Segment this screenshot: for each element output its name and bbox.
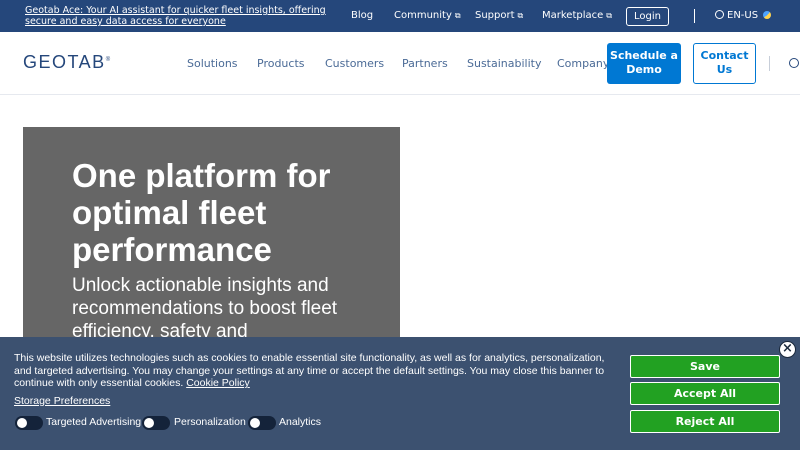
toggle-label: Analytics [279,416,322,428]
flag-icon [763,11,772,19]
cookie-banner: This website utilizes technologies such … [0,337,800,450]
personalization-toggle[interactable] [142,416,170,430]
promo-link[interactable]: Geotab Ace: Your AI assistant for quicke… [25,5,345,27]
search-icon[interactable] [789,58,799,68]
nav-item-products[interactable]: Products [257,57,305,70]
logo-text: GEOTAB [23,52,106,72]
topbar-link-label: Marketplace [542,10,604,21]
save-button[interactable]: Save [630,355,780,378]
nav-item-sustainability[interactable]: Sustainability [467,57,541,70]
nav-divider [769,56,770,71]
contact-us-button[interactable]: Contact Us [693,43,756,84]
topbar-link-marketplace[interactable]: Marketplace ⧉ [542,10,612,21]
nav-item-customers[interactable]: Customers [325,57,384,70]
nav-item-partners[interactable]: Partners [402,57,448,70]
targeted-advertising-toggle[interactable] [15,416,43,430]
utility-bar: Geotab Ace: Your AI assistant for quicke… [0,0,800,32]
analytics-toggle[interactable] [248,416,276,430]
cookie-message: This website utilizes technologies such … [14,352,619,390]
registered-mark-icon: ® [105,57,111,63]
toggle-label: Targeted Advertising [46,416,142,428]
close-icon[interactable]: × [779,341,796,358]
external-link-icon: ⧉ [606,11,612,20]
topbar-divider [694,9,695,23]
topbar-link-label: Blog [351,10,374,21]
cookie-policy-link[interactable]: Cookie Policy [186,377,250,389]
topbar-link-label: Community [394,10,452,21]
nav-item-company[interactable]: Company [557,57,609,70]
cookie-message-text: This website utilizes technologies such … [14,352,605,390]
topbar-link-community[interactable]: Community ⧉ [394,10,461,21]
external-link-icon: ⧉ [517,11,524,20]
reject-all-button[interactable]: Reject All [630,410,780,433]
schedule-demo-button[interactable]: Schedule a Demo [607,43,681,84]
topbar-link-label: Support [475,10,515,21]
topbar-link-blog[interactable]: Blog [351,10,373,21]
hero-title: One platform for optimal fleet performan… [72,157,331,268]
language-selector[interactable]: EN-US [715,10,772,21]
geotab-logo[interactable]: GEOTAB® [23,52,110,73]
topbar-link-support[interactable]: Support ⧉ [475,10,523,21]
globe-icon [715,10,724,19]
language-label: EN-US [727,10,759,21]
hero-subtitle: Unlock actionable insights and recommend… [72,275,338,342]
main-nav: GEOTAB® Solutions Products Customers Par… [0,32,800,95]
toggle-label: Personalization [174,416,246,428]
login-button[interactable]: Login [626,7,669,26]
accept-all-button[interactable]: Accept All [630,382,780,405]
storage-preferences-link[interactable]: Storage Preferences [14,395,110,407]
nav-item-solutions[interactable]: Solutions [187,57,238,70]
external-link-icon: ⧉ [454,11,461,20]
